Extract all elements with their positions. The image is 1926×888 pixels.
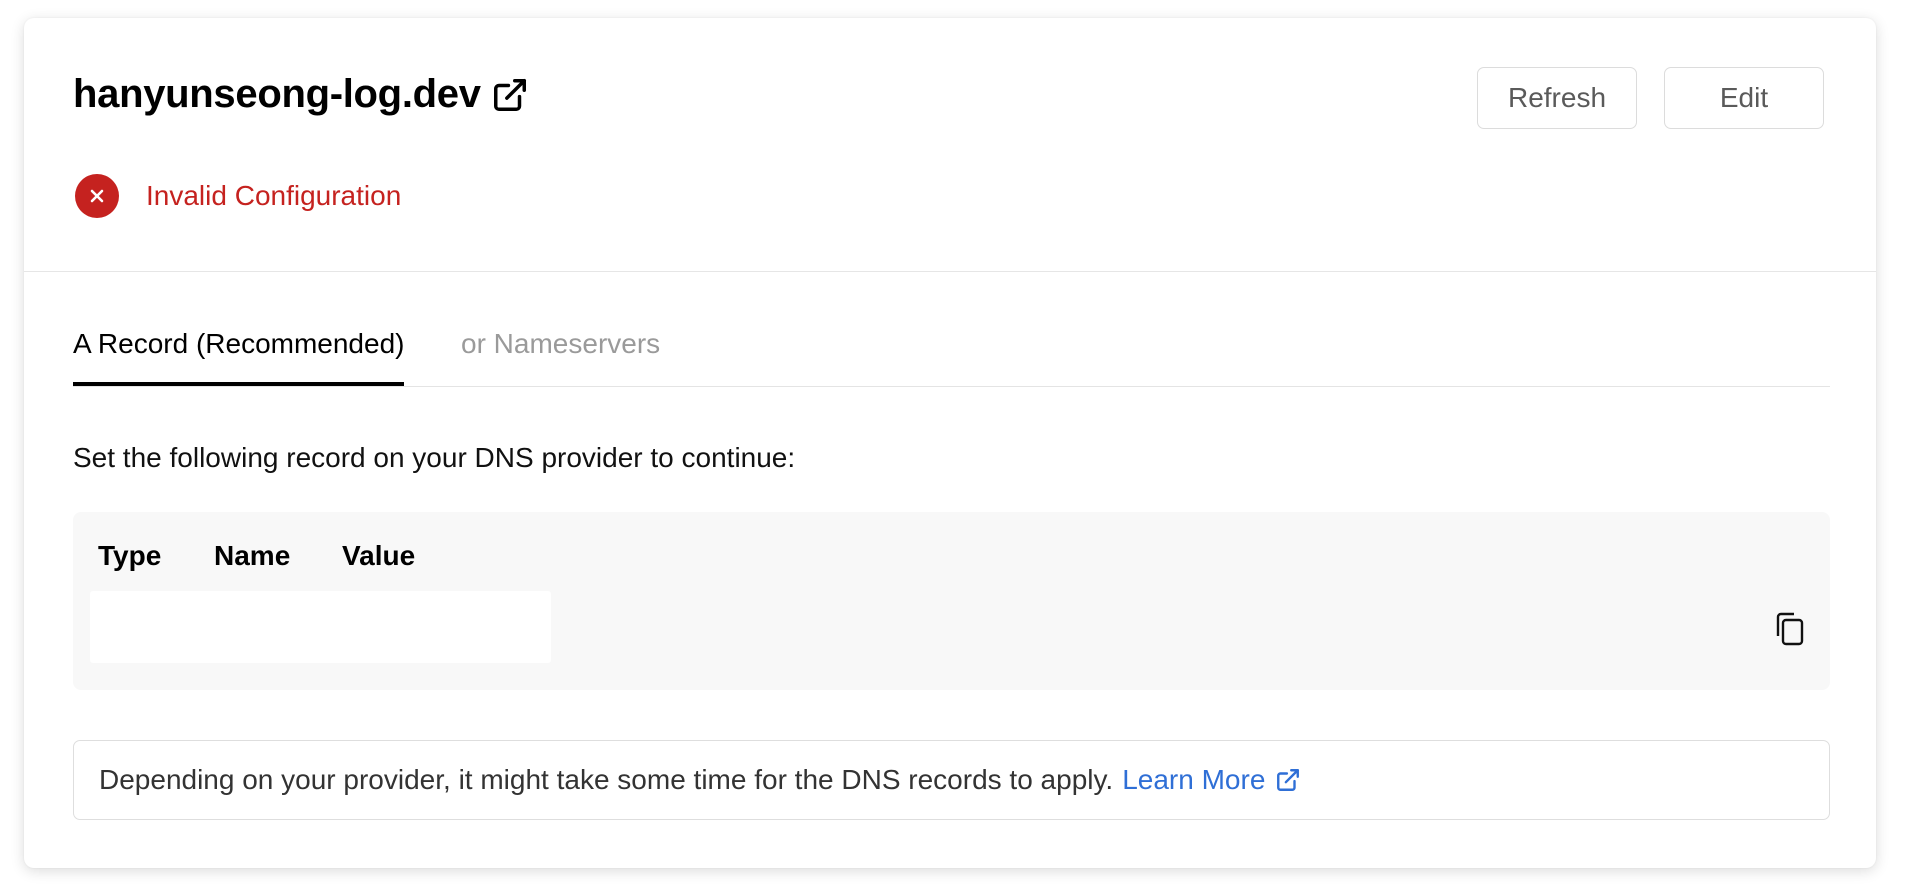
record-tabs: A Record (Recommended) or Nameservers xyxy=(73,328,1830,387)
dns-record-table: Type Name Value xyxy=(73,512,1830,690)
record-value-cell xyxy=(90,591,551,663)
card-header: hanyunseong-log.dev Refresh Edit Invalid… xyxy=(24,18,1876,272)
domain-config-card: hanyunseong-log.dev Refresh Edit Invalid… xyxy=(24,18,1876,868)
refresh-button[interactable]: Refresh xyxy=(1477,67,1637,129)
column-header-value: Value xyxy=(342,540,416,571)
status-text: Invalid Configuration xyxy=(146,180,402,211)
edit-button[interactable]: Edit xyxy=(1664,67,1824,129)
instruction-text: Set the following record on your DNS pro… xyxy=(73,442,796,473)
column-header-name: Name xyxy=(214,540,291,571)
learn-more-link[interactable]: Learn More xyxy=(1122,764,1301,796)
status-row: Invalid Configuration xyxy=(75,174,401,218)
column-header-type: Type xyxy=(98,540,162,571)
domain-title-row: hanyunseong-log.dev xyxy=(73,72,529,117)
note-text: Depending on your provider, it might tak… xyxy=(99,764,1114,795)
external-link-icon[interactable] xyxy=(491,76,529,114)
error-x-icon xyxy=(75,174,119,218)
external-link-icon xyxy=(1275,767,1301,793)
domain-title-link[interactable]: hanyunseong-log.dev xyxy=(73,72,481,117)
propagation-note: Depending on your provider, it might tak… xyxy=(73,740,1830,820)
learn-more-label: Learn More xyxy=(1122,764,1266,795)
tab-a-record[interactable]: A Record (Recommended) xyxy=(73,328,405,386)
tab-nameservers[interactable]: or Nameservers xyxy=(461,328,660,386)
copy-icon[interactable] xyxy=(1770,608,1810,650)
